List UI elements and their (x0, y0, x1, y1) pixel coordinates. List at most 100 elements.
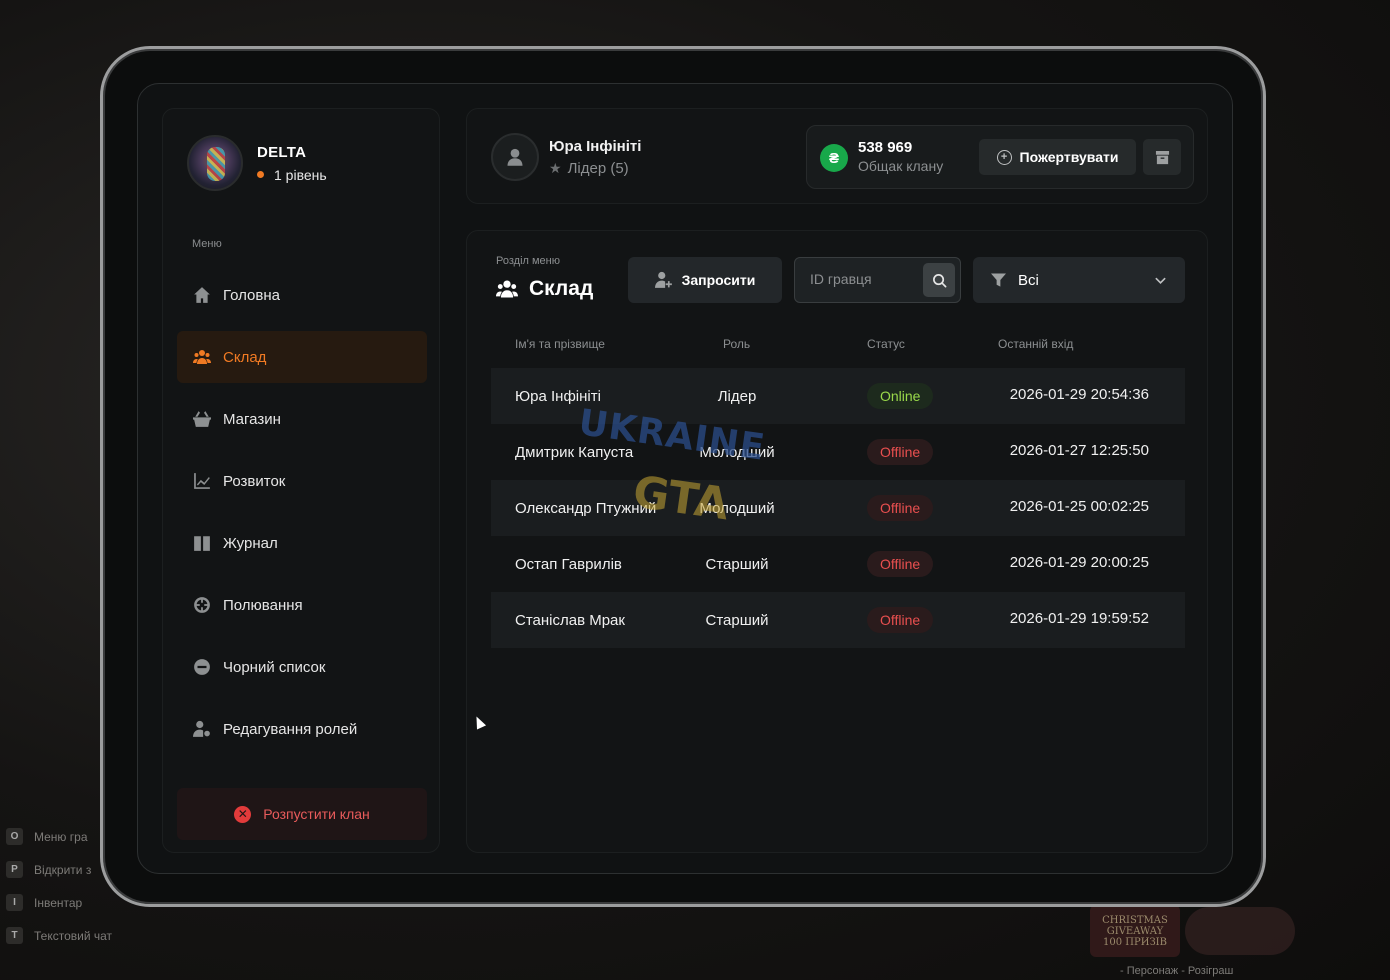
column-header-status: Статус (867, 337, 905, 351)
sidebar-item-members[interactable]: Склад (177, 331, 427, 383)
member-name: Остап Гаврилів (515, 555, 622, 573)
hint-label: Текстовий чат (34, 928, 113, 943)
player-search (794, 257, 961, 303)
sidebar-item-journal[interactable]: Журнал (177, 517, 427, 569)
member-name: Станіслав Мрак (515, 611, 625, 629)
hint-label: Відкрити з (34, 862, 92, 877)
giveaway-bubble (1185, 907, 1295, 955)
disband-clan-button[interactable]: ✕ Розпустити клан (177, 788, 427, 840)
book-icon (193, 534, 211, 552)
table-row[interactable]: Станіслав Мрак Старший Offline 2026-01-2… (491, 592, 1185, 648)
hint-key: P (6, 861, 23, 878)
sidebar-item-label: Редагування ролей (223, 720, 358, 738)
level-dot-icon (257, 171, 264, 178)
hint-item: T Текстовий чат (6, 919, 112, 952)
status-badge: Online (867, 383, 934, 409)
member-last-login: 2026-01-27 12:25:50 (1009, 441, 1149, 459)
hint-key: I (6, 894, 23, 911)
sidebar-item-development[interactable]: Розвиток (177, 455, 427, 507)
table-row[interactable]: Олександр Птужний Молодший Offline 2026-… (491, 480, 1185, 536)
table-row[interactable]: Дмитрик Капуста Молодший Offline 2026-01… (491, 424, 1185, 480)
member-role: Старший (705, 611, 769, 629)
clan-profile: DELTA 1 рівень (187, 135, 327, 191)
wallet-balance: 538 969 (858, 139, 913, 156)
menu-title: Меню (192, 238, 222, 250)
sidebar-item-label: Полювання (223, 596, 303, 614)
user-settings-icon (193, 720, 211, 738)
column-header-name: Ім'я та прізвище (515, 337, 605, 351)
hint-label: Інвентар (34, 895, 83, 910)
sidebar-item-shop[interactable]: Магазин (177, 393, 427, 445)
giveaway-sub: 100 ПРИЗІВ (1103, 936, 1167, 948)
member-last-login: 2026-01-29 19:59:52 (1009, 609, 1149, 627)
disband-label: Розпустити клан (263, 806, 370, 822)
sidebar-item-label: Магазин (223, 410, 281, 428)
user-icon (507, 148, 523, 166)
sidebar-item-label: Розвиток (223, 472, 286, 490)
star-icon: ★ (549, 160, 562, 176)
status-badge: Offline (867, 607, 934, 633)
sidebar-item-home[interactable]: Головна (177, 269, 427, 321)
section-label: Розділ меню (496, 255, 560, 267)
status-badge: Offline (867, 551, 934, 577)
clan-avatar (187, 135, 243, 191)
filter-value: Всі (1018, 271, 1039, 289)
status-filter-select[interactable]: Всі (973, 257, 1185, 303)
sidebar-item-label: Склад (223, 348, 267, 366)
sidebar-item-blacklist[interactable]: Чорний список (177, 641, 427, 693)
giveaway-promo: CHRISTMAS GIVEAWAY 100 ПРИЗІВ (1090, 905, 1295, 965)
hint-item: P Відкрити з (6, 853, 112, 886)
user-name: Юра Інфініті (549, 138, 642, 155)
donate-button[interactable]: + Пожертвувати (979, 139, 1136, 175)
giveaway-badge: CHRISTMAS GIVEAWAY 100 ПРИЗІВ (1090, 905, 1180, 957)
giveaway-hint: - Персонаж - Розіграш (1120, 965, 1234, 977)
giveaway-title: CHRISTMAS GIVEAWAY (1102, 914, 1168, 937)
search-button[interactable] (923, 263, 955, 297)
clan-name: DELTA (257, 143, 307, 161)
members-panel: Розділ меню Склад Запросити Всі (466, 230, 1208, 853)
sidebar-item-label: Журнал (223, 534, 278, 552)
member-name: Дмитрик Капуста (515, 443, 634, 461)
tablet-screen: DELTA 1 рівень Меню Головна Склад Магази… (137, 83, 1233, 874)
column-header-role: Роль (723, 337, 751, 351)
donate-label: Пожертвувати (1019, 149, 1119, 165)
member-role: Старший (705, 555, 769, 573)
user-avatar (491, 133, 539, 181)
member-name: Юра Інфініті (515, 387, 601, 405)
invite-button[interactable]: Запросити (628, 257, 782, 303)
user-role: ★ Лідер (5) (549, 160, 629, 177)
currency-icon: ₴ (820, 144, 848, 172)
user-role-label: Лідер (5) (567, 160, 629, 177)
member-last-login: 2026-01-25 00:02:25 (1009, 497, 1149, 515)
tablet-frame: DELTA 1 рівень Меню Головна Склад Магази… (100, 46, 1266, 907)
hint-key: T (6, 927, 23, 944)
chevron-down-icon (1155, 277, 1166, 285)
sidebar-item-label: Чорний список (223, 658, 326, 676)
table-row[interactable]: Юра Інфініті Лідер Online 2026-01-29 20:… (491, 368, 1185, 424)
sidebar-item-role-editing[interactable]: Редагування ролей (177, 703, 427, 755)
hint-item: O Меню гра (6, 820, 112, 853)
archive-button[interactable] (1143, 139, 1181, 175)
sidebar-menu: Головна Склад Магазин Розвиток Журнал По… (177, 269, 427, 765)
status-badge: Offline (867, 495, 934, 521)
game-hints: O Меню гра P Відкрити з I Інвентар T Текстов… (6, 820, 112, 952)
sidebar: DELTA 1 рівень Меню Головна Склад Магази… (162, 108, 440, 853)
search-input[interactable] (810, 271, 920, 287)
page-title: Склад (496, 277, 593, 301)
archive-icon (1155, 150, 1169, 164)
member-last-login: 2026-01-29 20:54:36 (1009, 385, 1149, 403)
crosshair-icon (193, 596, 211, 614)
minus-circle-icon (193, 658, 211, 676)
sidebar-item-hunting[interactable]: Полювання (177, 579, 427, 631)
home-icon (193, 286, 211, 304)
hint-item: I Інвентар (6, 886, 112, 919)
page-title-label: Склад (529, 277, 594, 300)
shop-basket-icon (193, 410, 211, 428)
table-row[interactable]: Остап Гаврилів Старший Offline 2026-01-2… (491, 536, 1185, 592)
close-icon: ✕ (234, 805, 252, 823)
chart-icon (193, 472, 211, 490)
add-user-icon (654, 271, 672, 288)
clan-info: DELTA 1 рівень (257, 144, 327, 183)
clan-wallet: ₴ 538 969 Общак клану + Пожертвувати (806, 125, 1194, 189)
member-role: Лідер (717, 387, 757, 405)
